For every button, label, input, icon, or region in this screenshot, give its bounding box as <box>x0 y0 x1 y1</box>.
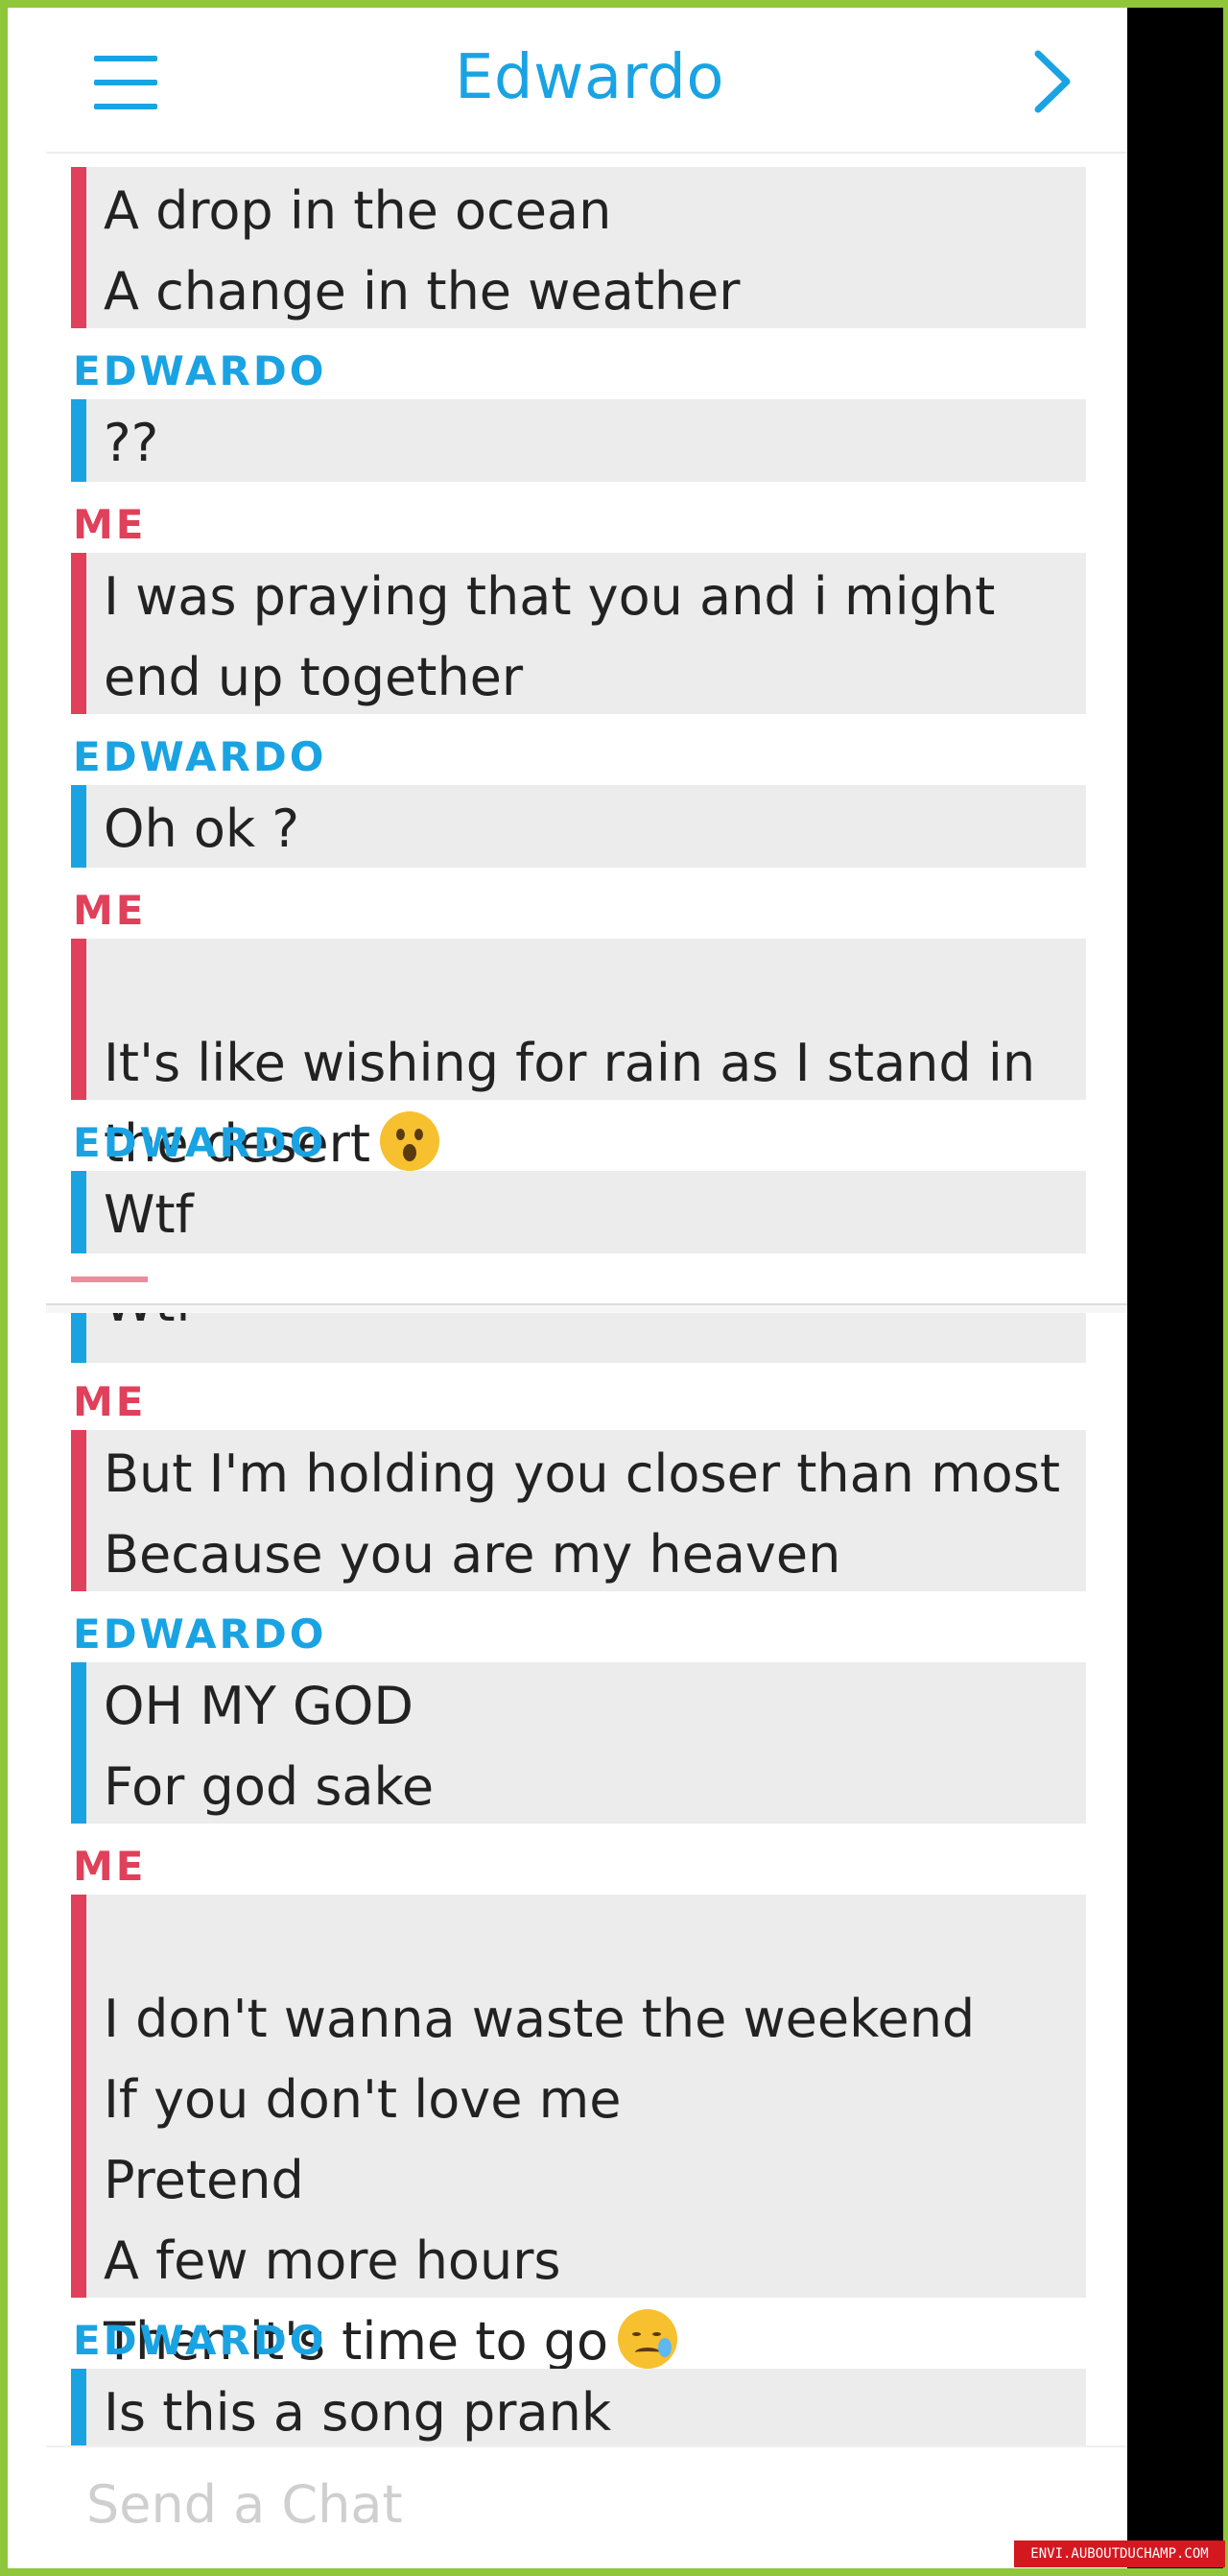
message-text: Oh ok ? <box>104 799 300 859</box>
chat-title: Edwardo <box>454 42 725 113</box>
sender-bar <box>71 785 86 868</box>
message-text: I was praying that you and i might end u… <box>104 566 996 707</box>
sender-label: EDWARDO <box>73 733 327 780</box>
chat-header: Edwardo <box>46 8 1127 154</box>
send-chat-input[interactable]: Send a Chat <box>86 2474 403 2535</box>
message-bubble: ?? <box>71 399 1086 482</box>
message-bubble: Wtf <box>71 1171 1086 1253</box>
message-bubble: A drop in the ocean A change in the weat… <box>71 167 1086 328</box>
chevron-right-icon[interactable] <box>1025 48 1082 115</box>
message-bubble: I was praying that you and i might end u… <box>71 553 1086 714</box>
message-text: I don't wanna waste the weekend If you d… <box>104 1898 1067 2382</box>
sender-bar <box>71 2369 86 2451</box>
sender-bar <box>71 1171 86 1253</box>
cut-off-message-bubble: Wtf <box>71 1313 1086 1363</box>
message-bubble: Is this a song prank <box>71 2369 1086 2451</box>
message-text: Is this a song prank <box>104 2382 612 2443</box>
message-bubble: But I'm holding you closer than most Bec… <box>71 1430 1086 1591</box>
message-bubble: It's like wishing for rain as I stand in… <box>71 939 1086 1174</box>
watermark: ENVI.AUBOUTDUCHAMP.COM <box>1014 2540 1225 2567</box>
message-text: Wtf <box>104 1184 194 1245</box>
sender-bar <box>71 1895 86 2298</box>
message-bubble: I don't wanna waste the weekend If you d… <box>71 1895 1086 2372</box>
black-side-bar <box>1127 8 1223 2568</box>
message-text: But I'm holding you closer than most Bec… <box>104 1443 1061 1585</box>
message-text: ?? <box>104 413 159 473</box>
sender-bar <box>71 1313 86 1363</box>
sender-label: EDWARDO <box>73 2317 327 2364</box>
chat-composer[interactable]: Send a Chat <box>46 2445 1127 2568</box>
sender-label: ME <box>73 1378 147 1425</box>
message-bubble: OH MY GOD For god sake <box>71 1662 1086 1824</box>
sender-label: ME <box>73 501 147 548</box>
sender-bar <box>71 167 86 328</box>
cut-off-sender-label <box>71 1276 148 1282</box>
sender-bar <box>71 1430 86 1591</box>
message-text: A drop in the ocean A change in the weat… <box>104 180 741 322</box>
sender-label: EDWARDO <box>73 1119 327 1166</box>
chat-screen: Edwardo A drop in the ocean A change in … <box>8 8 1127 2568</box>
sender-label: EDWARDO <box>73 1610 327 1658</box>
message-bubble: Oh ok ? <box>71 785 1086 868</box>
sleepy-face-emoji-icon <box>618 2309 677 2369</box>
sender-label: ME <box>73 887 147 934</box>
sender-bar <box>71 1662 86 1824</box>
sender-bar <box>71 939 86 1100</box>
sender-bar <box>71 553 86 714</box>
sender-label: ME <box>73 1843 147 1890</box>
message-text: OH MY GOD For god sake <box>104 1676 435 1817</box>
message-text: Wtf <box>104 1313 194 1333</box>
screenshot-seam <box>46 1303 1127 1313</box>
sender-bar <box>71 399 86 482</box>
message-text-content: I don't wanna waste the weekend If you d… <box>104 1989 976 2372</box>
sender-label: EDWARDO <box>73 347 327 394</box>
surprised-face-emoji-icon <box>380 1111 440 1171</box>
